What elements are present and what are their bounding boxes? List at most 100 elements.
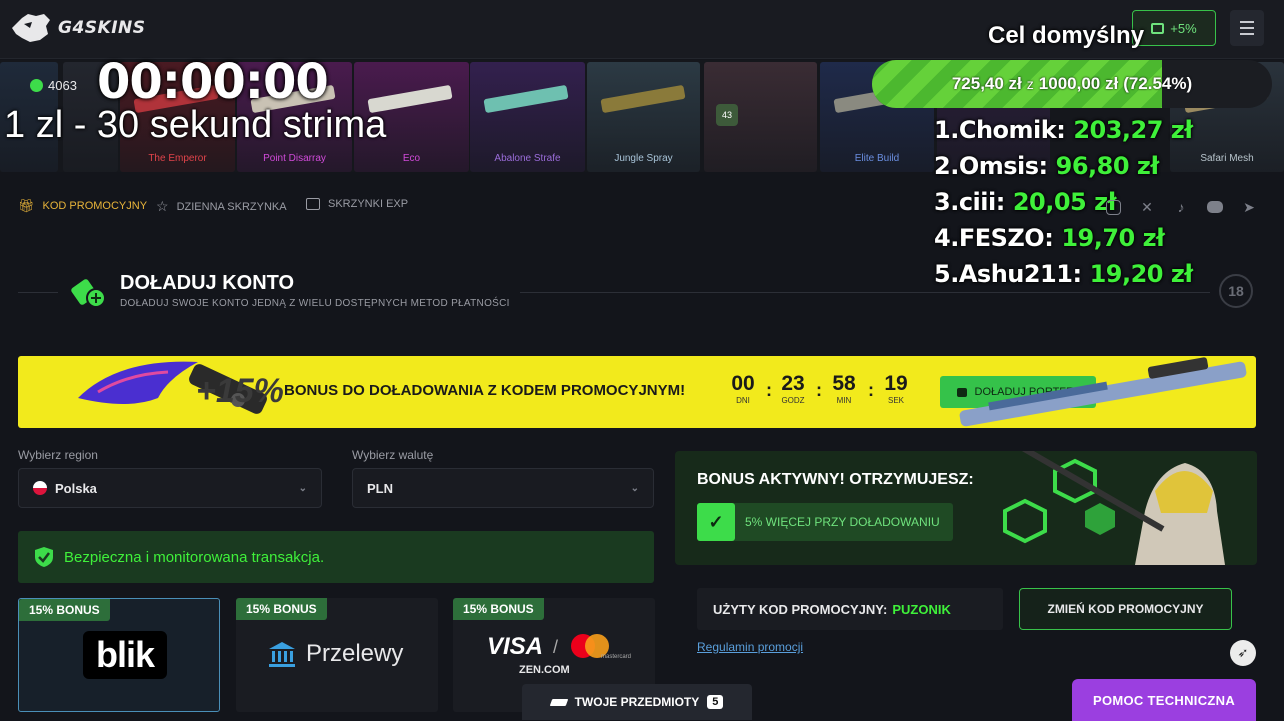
case-name: Abalone Strafe [494,153,561,164]
case-tile[interactable]: 43 [704,62,817,172]
your-items-button[interactable]: TWOJE PRZEDMIOTY 5 [522,684,752,720]
currency-select[interactable]: PLN ⌄ [352,468,654,508]
stream-timer: 00:00:00 [97,54,329,110]
your-items-label: TWOJE PRZEDMIOTY [574,695,700,709]
tiktok-icon[interactable]: ♪ [1170,196,1192,218]
site-logo[interactable]: G4SKINS [10,12,146,44]
goal-percent: (72.54%) [1123,74,1193,93]
weapon-image [483,84,569,114]
banner-text: BONUS DO DOŁADOWANIA Z KODEM PROMOCYJNYM… [284,382,686,399]
bonus-chip-label: +5% [1170,20,1197,36]
goal-progress-bar: 725,40 zł z 1000,00 zł (72.54%) [872,60,1272,108]
leaderboard-amount: 20,05 zł [1012,188,1117,216]
change-promo-code-button[interactable]: ZMIEŃ KOD PROMOCYJNY [1019,588,1232,630]
bank-icon [269,642,295,667]
rocket-icon[interactable]: ➶ [1230,640,1256,666]
leaderboard-name: FESZO: [958,224,1054,252]
leaderboard-rank: 3. [934,188,959,216]
divider-right [520,292,1210,293]
leaderboard-row: 5.Ashu211: 19,20 zł [934,256,1193,292]
box-icon [306,198,320,210]
blik-logo: blik [83,631,167,679]
promo-code-field: UŻYTY KOD PROMOCYJNY: PUZONIK [697,588,1003,630]
weapon-image [600,84,686,114]
instagram-icon[interactable] [1102,196,1124,218]
case-extra-label: 43 [716,104,738,126]
promo-terms-link[interactable]: Regulamin promocji [697,640,803,654]
leaderboard-name: Chomik: [958,116,1066,144]
points-counter: 4063 [30,78,77,93]
bonus-chip[interactable]: +5% [1132,10,1216,46]
leaderboard-name: ciii: [958,188,1006,216]
leaderboard-rank: 2. [934,152,959,180]
wolf-logo-icon [12,14,50,42]
payment-method-blik[interactable]: 15% BONUS blik [18,598,220,712]
leaderboard-amount: 19,70 zł [1061,224,1165,252]
bonus-perk-text: 5% WIĘCEJ PRZY DOŁADOWANIU [745,515,940,529]
case-tile[interactable]: Abalone Strafe [470,62,585,172]
shield-check-icon [35,547,53,567]
leaderboard-row: 1.Chomik: 203,27 zł [934,112,1193,148]
leaderboard-row: 2.Omsis: 96,80 zł [934,148,1193,184]
currency-label: Wybierz walutę [352,448,434,462]
goal-progress-text: 725,40 zł z 1000,00 zł (72.54%) [872,60,1272,108]
page-subtitle: DOŁADUJ SWOJE KONTO JEDNĄ Z WIELU DOSTĘP… [120,298,510,309]
promo-code-value: PUZONIK [892,601,951,617]
page-title: DOŁADUJ KONTO [120,272,295,294]
region-label: Wybierz region [18,448,98,462]
card-logos: VISA / [487,632,612,662]
promo-code-label: UŻYTY KOD PROMOCYJNY: [713,601,888,617]
leaderboard-rank: 1. [934,116,959,144]
countdown-minutes: 58 MIN [832,372,856,405]
social-links: ✕ ♪ ➤ [1102,196,1260,218]
subnav-exp-cases[interactable]: SKRZYNKI EXP [306,198,408,210]
age-restriction-badge: 18 [1219,274,1253,308]
case-tile[interactable]: Jungle Spray [587,62,700,172]
leaderboard-amount: 19,20 zł [1089,260,1194,288]
mastercard-label: mastercard [601,654,632,660]
leaderboard-rank: 4. [934,224,959,252]
przelewy-logo: Przelewy [268,640,403,668]
promo-banner: +15% BONUS DO DOŁADOWANIA Z KODEM PROMOC… [18,356,1256,428]
case-name: Point Disarray [263,153,326,164]
bonus-perk: ✓ 5% WIĘCEJ PRZY DOŁADOWANIU [697,503,953,541]
payment-method-przelewy[interactable]: 15% BONUS Przelewy [236,598,438,712]
gift-icon: 🎁︎ [18,198,35,213]
subnav-daily-case-label: DZIENNA SKRZYNKA [176,200,287,213]
add-funds-icon [71,279,106,308]
wallet-icon [1151,22,1165,34]
case-name: Jungle Spray [614,153,673,164]
subnav-daily-case[interactable]: ☆ DZIENNA SKRZYNKA [156,198,287,215]
leaderboard-amount: 203,27 zł [1073,116,1193,144]
chevron-down-icon: ⌄ [298,482,307,494]
goal-title: Cel domyślny [988,22,1145,49]
goal-current: 725,40 zł [951,74,1022,93]
countdown-days: 00 DNI [731,372,755,405]
discord-icon[interactable] [1204,196,1226,218]
subnav-exp-cases-label: SKRZYNKI EXP [328,198,409,210]
bonus-heading: BONUS AKTYWNY! OTRZYMUJESZ: [697,471,974,488]
chevron-down-icon: ⌄ [630,482,639,494]
case-name: The Emperor [148,153,207,164]
star-icon: ☆ [156,198,169,214]
x-icon[interactable]: ✕ [1136,196,1158,218]
stream-rate-text: 1 zl - 30 sekund strima [4,104,387,146]
bonus-badge: 15% BONUS [236,598,327,620]
telegram-icon[interactable]: ➤ [1238,196,1260,218]
case-name: Elite Build [854,153,900,164]
countdown-seconds: 19 SEK [884,372,908,405]
region-select[interactable]: Polska ⌄ [18,468,322,508]
bonus-badge: 15% BONUS [453,598,544,620]
leaderboard-rank: 5. [934,260,959,288]
leaderboard-name: Ashu211: [958,260,1082,288]
divider-left [18,292,58,293]
region-value: Polska [55,480,97,496]
tech-support-button[interactable]: POMOC TECHNICZNA [1072,679,1256,721]
countdown-hours: 23 GODZ [781,372,805,405]
goal-target: 1000,00 zł [1038,74,1119,93]
subnav-promo-code[interactable]: 🎁︎ KOD PROMOCYJNY [18,198,147,214]
hamburger-menu-button[interactable] [1230,10,1264,46]
leaderboard-amount: 96,80 zł [1055,152,1160,180]
zen-logo: ZEN.COM [519,664,570,676]
gun-icon [549,698,568,706]
